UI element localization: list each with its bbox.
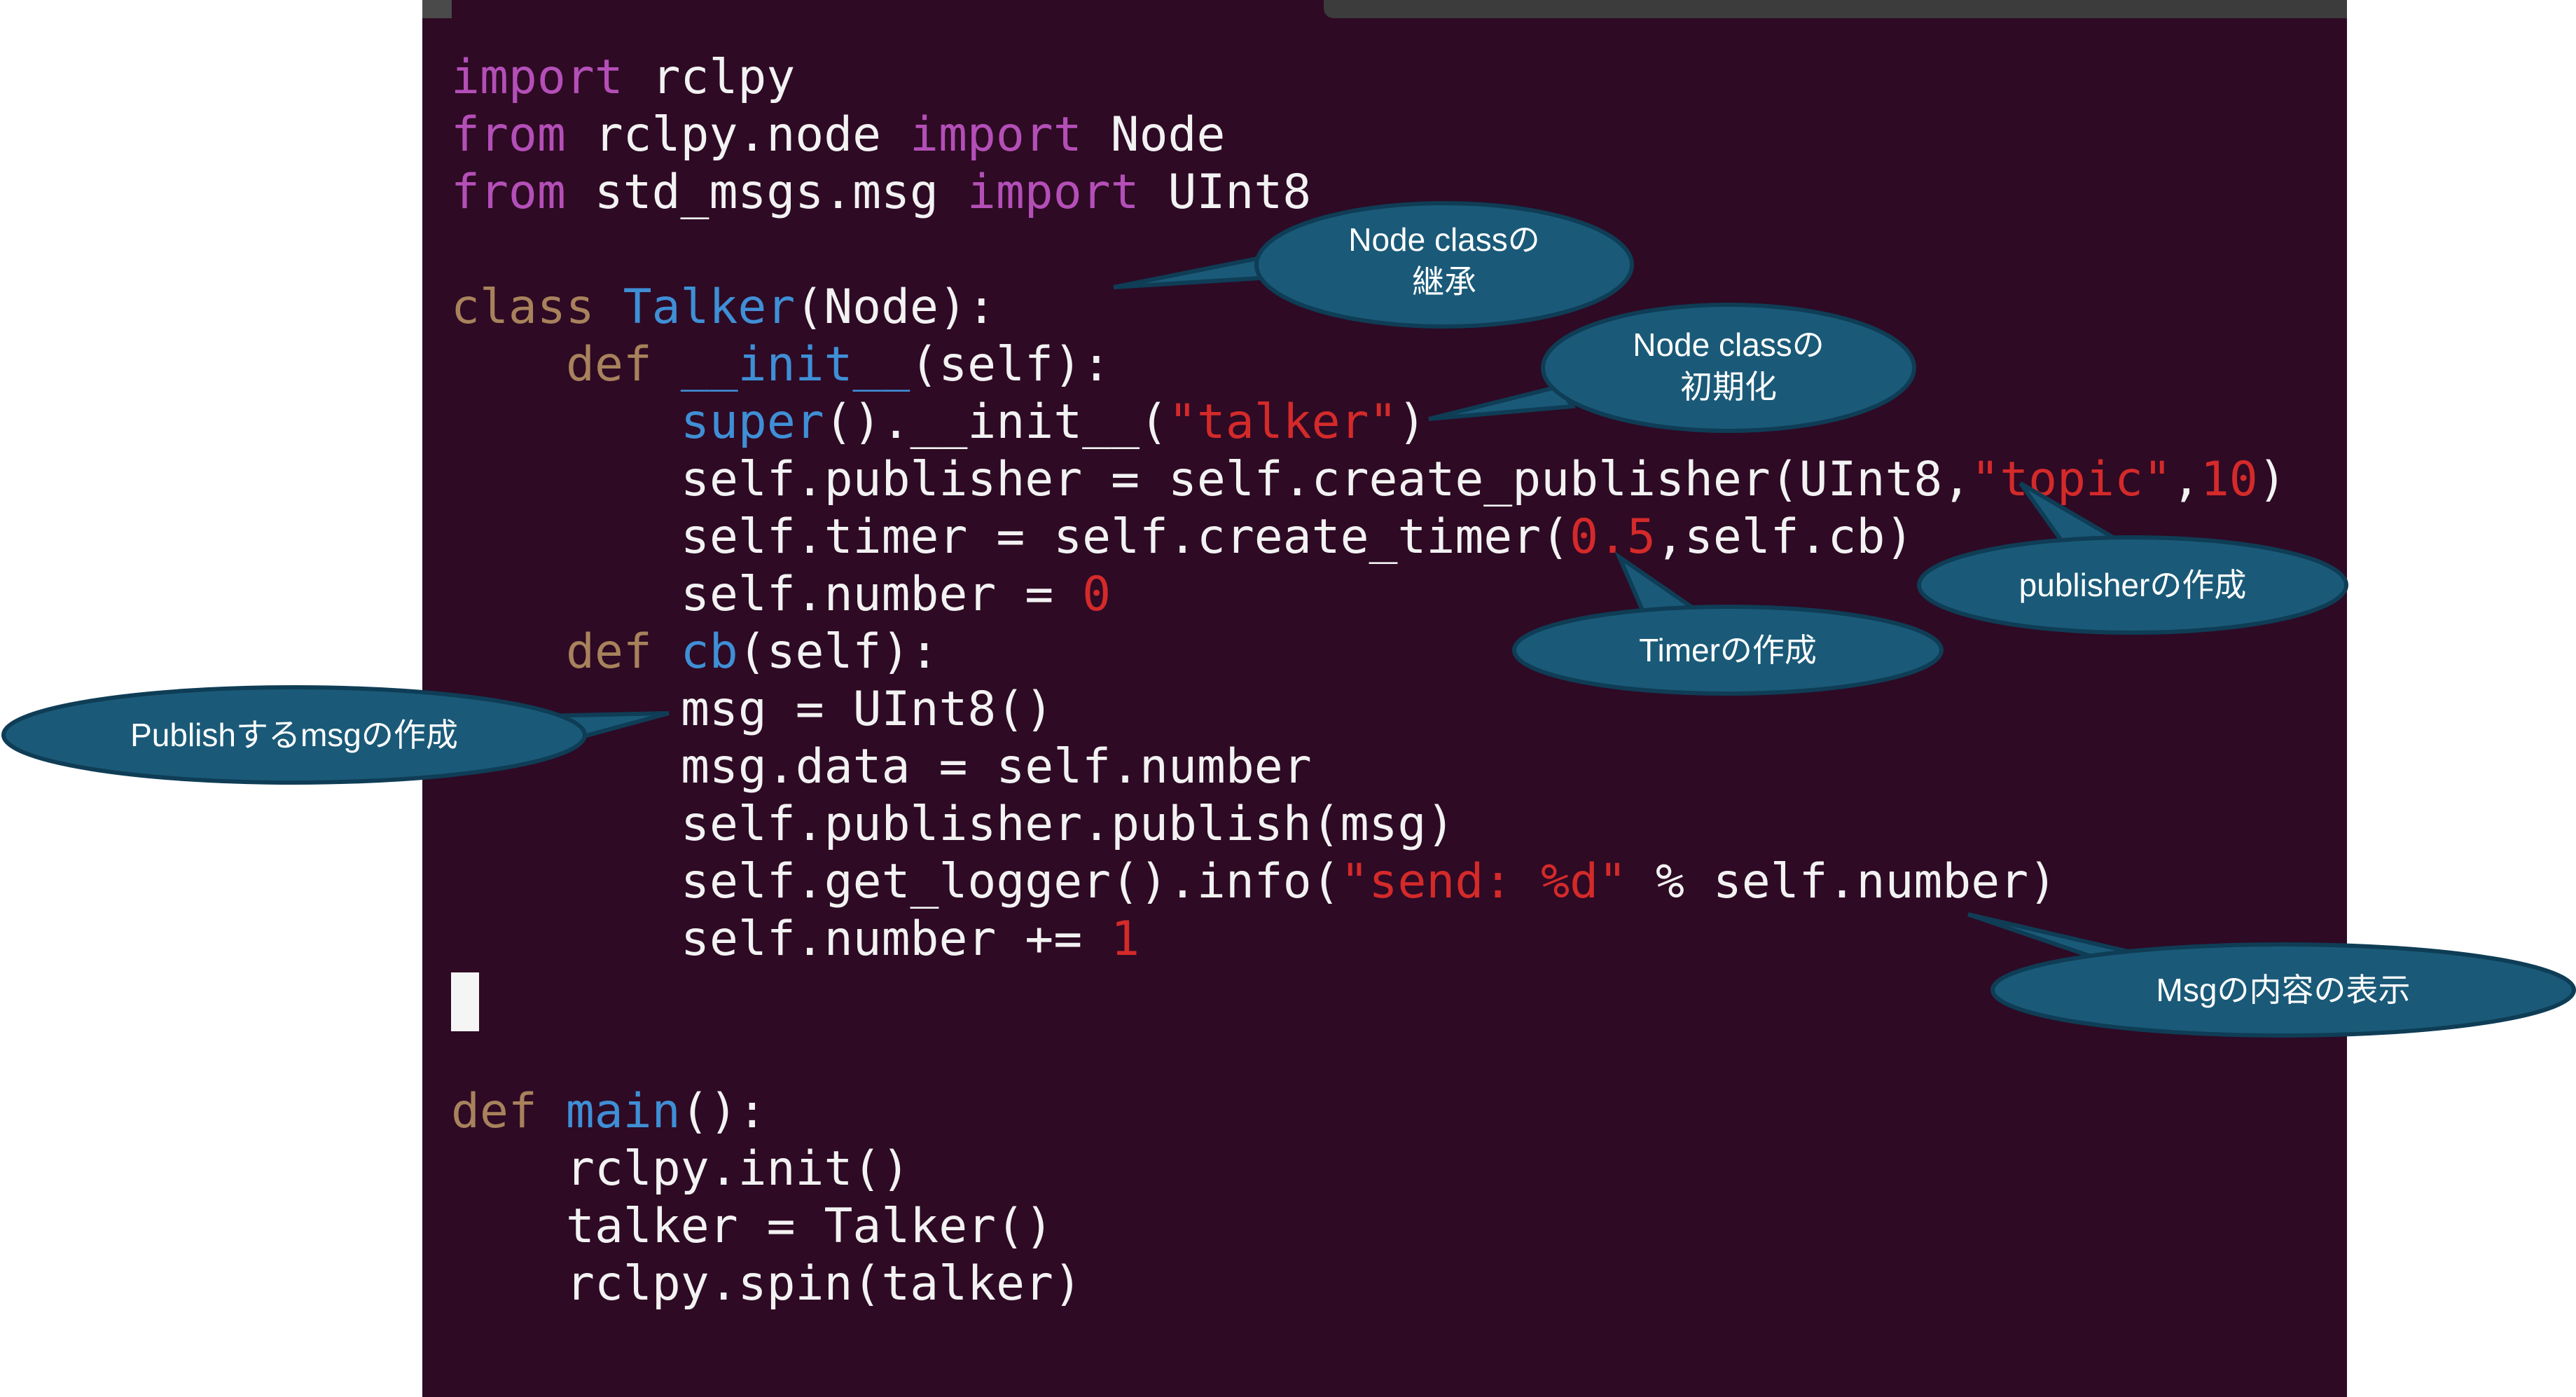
callout-line: Timerの作成 — [1639, 632, 1817, 668]
callout-msg-display: Msgの内容の表示 — [1967, 912, 2576, 1038]
callout-line: publisherの作成 — [2019, 567, 2247, 603]
callout-line: 初期化 — [1680, 369, 1777, 405]
callout-line: 継承 — [1412, 263, 1476, 300]
callout-line: Node classの — [1633, 326, 1824, 363]
screenshot-stage: import rclpy from rclpy.node import Node f… — [0, 0, 2576, 1397]
callout-line: Node classの — [1348, 221, 1540, 258]
callout-node-class-inherit: Node classの 継承 — [1113, 201, 1634, 329]
callout-publisher-create: publisherの作成 — [1917, 481, 2348, 635]
callout-line: Msgの内容の表示 — [2156, 972, 2411, 1008]
callout-pointer — [1428, 384, 1577, 421]
callout-layer: Node classの 継承 Node classの 初期化 publisher… — [1, 201, 2576, 1038]
callout-line: Publishするmsgの作成 — [130, 717, 458, 753]
callout-publish-msg-create: Publishするmsgの作成 — [1, 685, 670, 785]
callout-timer-create: Timerの作成 — [1512, 551, 1944, 696]
callout-bubble — [1541, 303, 1916, 433]
